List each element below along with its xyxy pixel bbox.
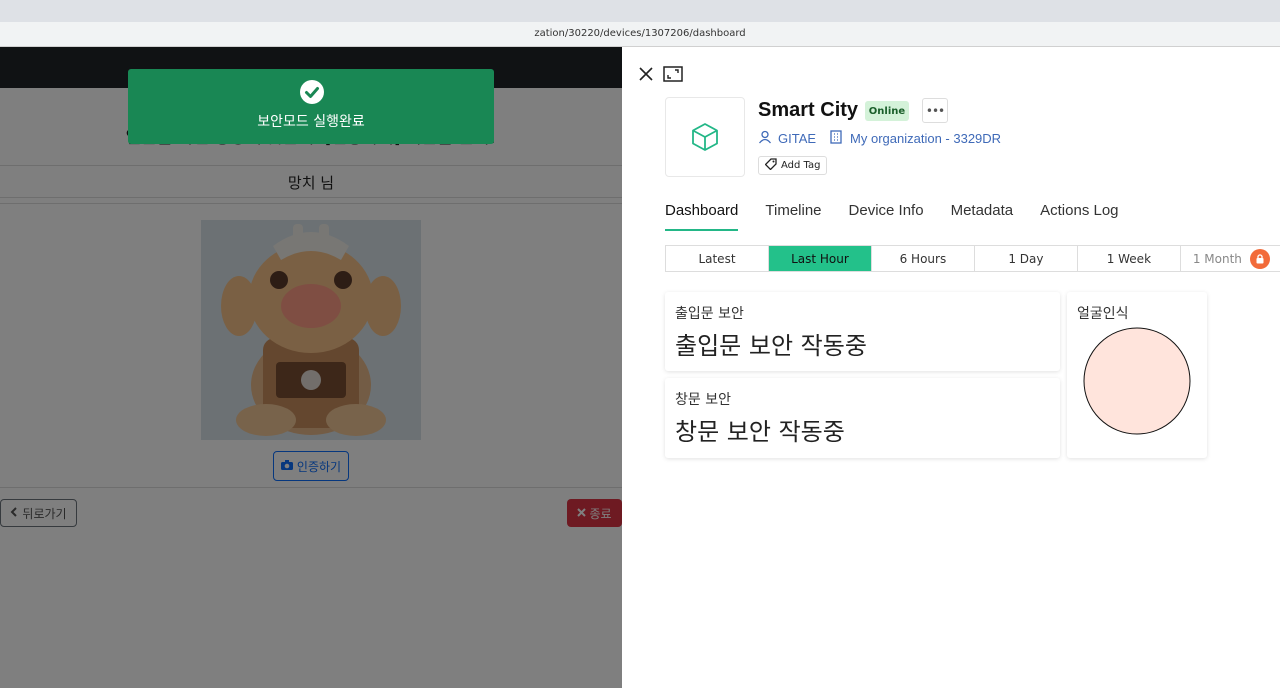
- widget-label: 출입문 보안: [675, 306, 744, 322]
- add-tag-label: Add Tag: [781, 160, 821, 171]
- range-1-month[interactable]: 1 Month: [1181, 246, 1280, 271]
- more-dots-icon: •••: [925, 103, 945, 118]
- widget-label: 얼굴인식: [1077, 306, 1129, 322]
- door-security-widget: 출입문 보안 출입문 보안 작동중: [665, 292, 1060, 371]
- widget-label: 창문 보안: [675, 392, 731, 408]
- range-1-week[interactable]: 1 Week: [1078, 246, 1181, 271]
- range-last-hour[interactable]: Last Hour: [768, 246, 872, 271]
- lock-icon: [1249, 248, 1270, 269]
- organization-link[interactable]: My organization - 3329DR: [850, 131, 1001, 146]
- tab-metadata[interactable]: Metadata: [951, 202, 1014, 231]
- device-tabs: Dashboard Timeline Device Info Metadata …: [665, 202, 1119, 231]
- device-panel: Smart City Online ••• GITAE My organizat…: [622, 47, 1280, 688]
- more-options-button[interactable]: •••: [922, 98, 948, 123]
- browser-tab-strip: [0, 0, 1280, 22]
- range-6-hours[interactable]: 6 Hours: [872, 246, 975, 271]
- building-icon: [830, 130, 842, 147]
- expand-icon[interactable]: [663, 66, 683, 82]
- add-tag-button[interactable]: Add Tag: [758, 156, 828, 175]
- tag-icon: [764, 158, 777, 173]
- close-icon[interactable]: [638, 66, 654, 82]
- tab-dashboard[interactable]: Dashboard: [665, 202, 739, 231]
- tab-actions-log[interactable]: Actions Log: [1040, 202, 1118, 231]
- device-name: Smart City: [758, 99, 859, 121]
- device-owner-row: GITAE My organization - 3329DR: [758, 130, 1001, 147]
- time-range-selector: Latest Last Hour 6 Hours 1 Day 1 Week 1 …: [665, 245, 1280, 272]
- check-circle-icon: [300, 80, 324, 104]
- user-icon: [758, 130, 772, 147]
- range-1-month-label: 1 Month: [1192, 251, 1242, 266]
- status-badge: Online: [865, 101, 909, 121]
- toast-message: 보안모드 실행완료: [257, 114, 365, 130]
- face-auth-app: 얼굴을 화면 중앙에 맞춘 후 [인증하기] 버튼을 클릭! 망치 님: [0, 47, 622, 688]
- address-bar-url[interactable]: zation/30220/devices/1307206/dashboard: [0, 28, 1280, 39]
- range-1-day[interactable]: 1 Day: [975, 246, 1078, 271]
- success-toast: 보안모드 실행완료: [128, 69, 494, 144]
- window-security-widget: 창문 보안 창문 보안 작동중: [665, 378, 1060, 458]
- tab-device-info[interactable]: Device Info: [849, 202, 924, 231]
- widget-value: 창문 보안 작동중: [675, 418, 845, 446]
- face-recognition-indicator: [1083, 327, 1191, 435]
- tab-timeline[interactable]: Timeline: [765, 202, 821, 231]
- address-bar[interactable]: zation/30220/devices/1307206/dashboard: [0, 22, 1280, 47]
- owner-link[interactable]: GITAE: [778, 131, 816, 146]
- face-recognition-widget: 얼굴인식: [1067, 292, 1207, 458]
- device-cube-icon: [665, 97, 745, 177]
- widget-value: 출입문 보안 작동중: [675, 332, 867, 360]
- range-latest[interactable]: Latest: [666, 246, 769, 271]
